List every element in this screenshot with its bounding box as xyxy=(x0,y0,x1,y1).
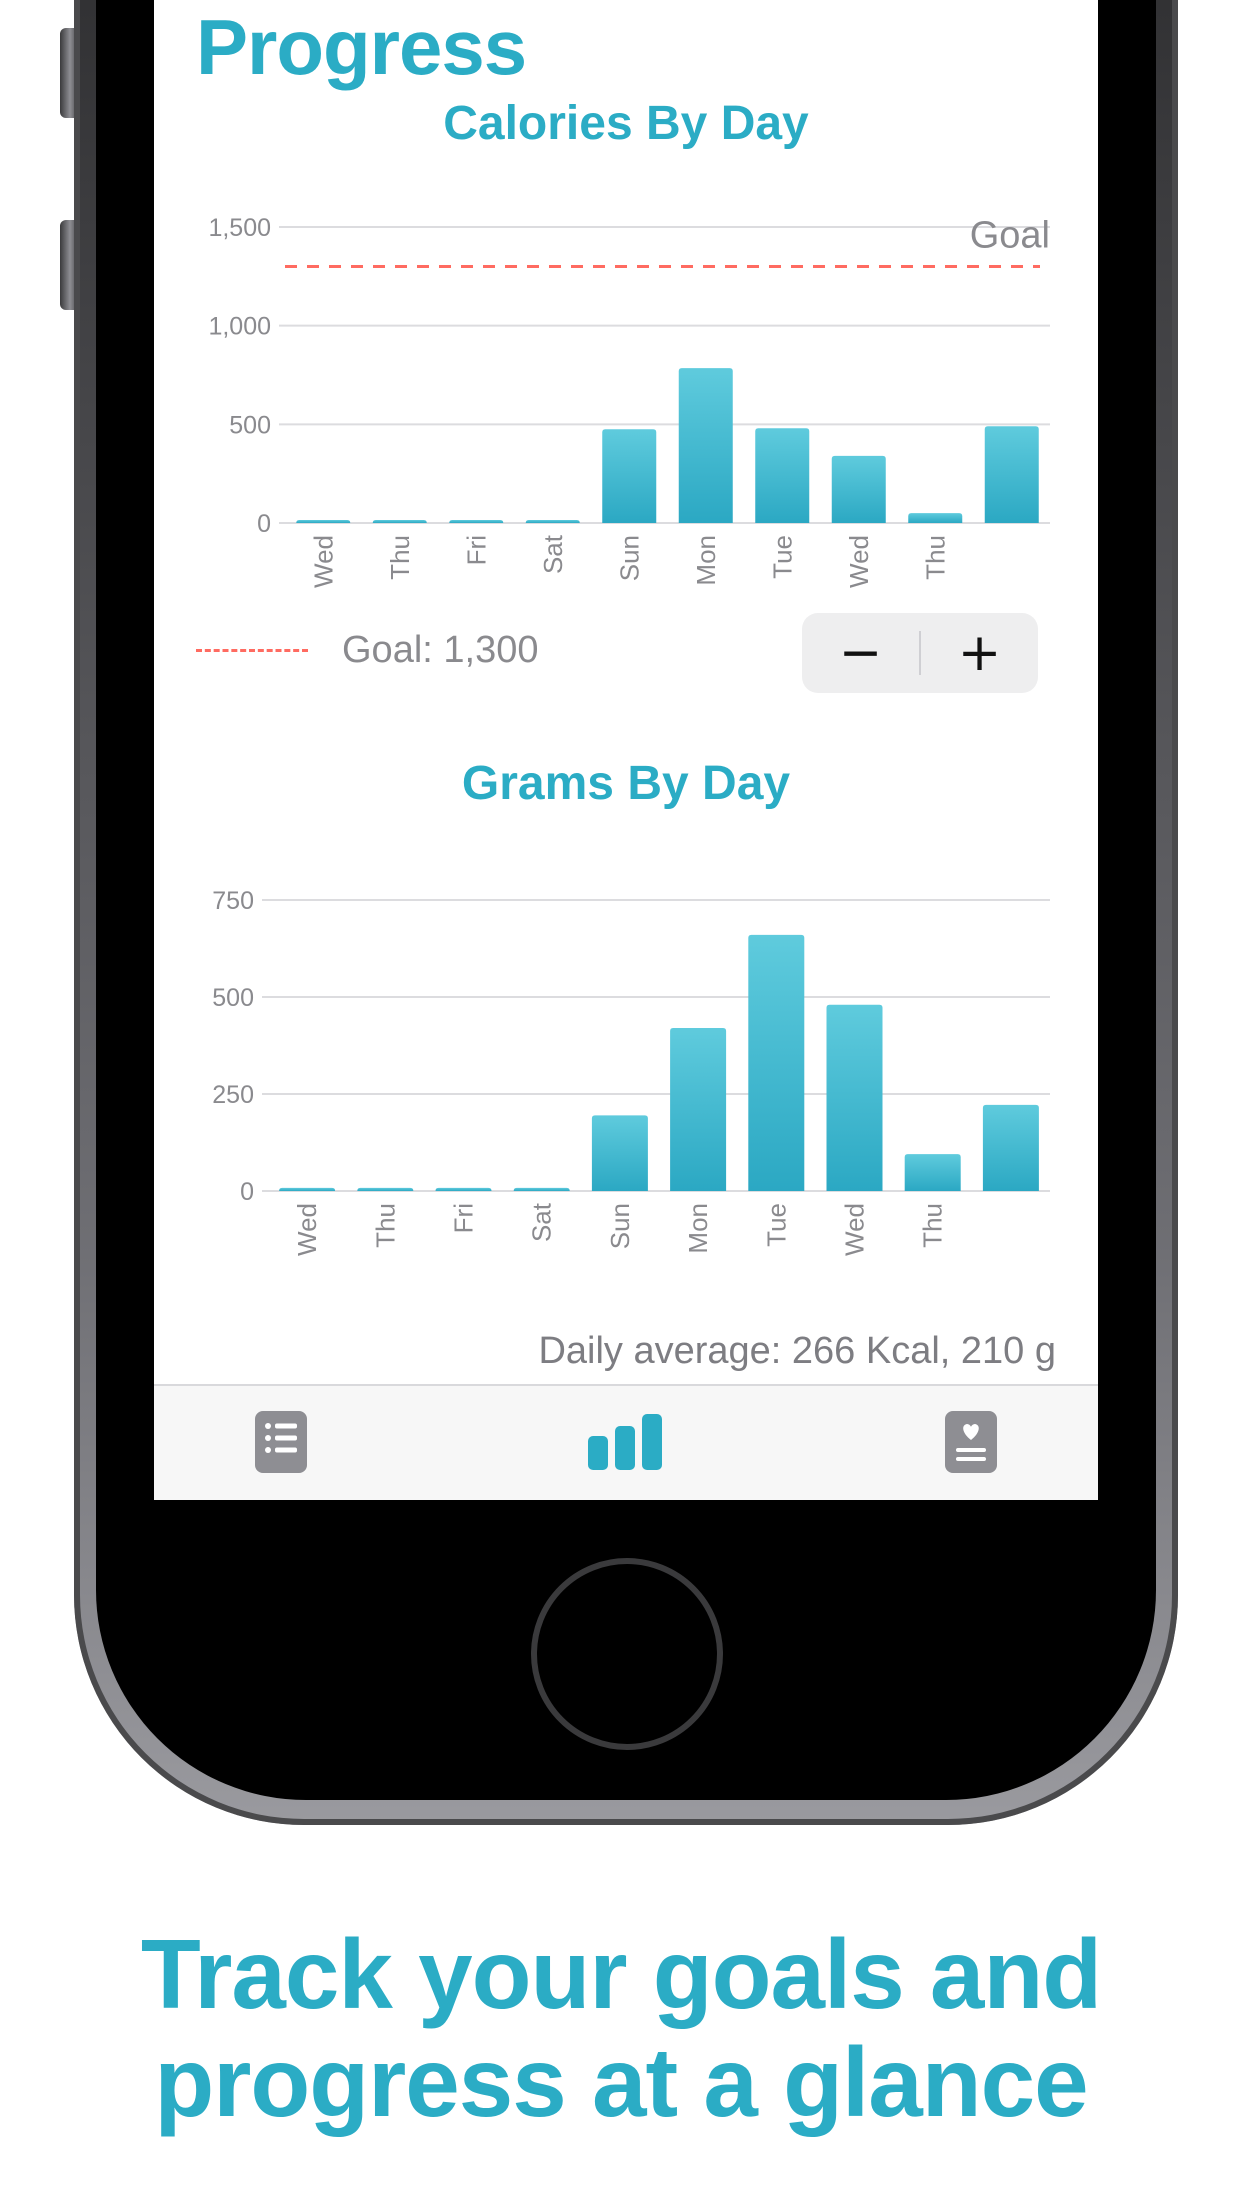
bar-chart-icon xyxy=(588,1414,662,1470)
x-tick-label: Sun xyxy=(605,1203,635,1249)
home-button[interactable] xyxy=(531,1558,723,1750)
x-tick-label: Thu xyxy=(920,535,950,580)
grams-chart-title: Grams By Day xyxy=(461,757,791,810)
x-tick-label: Mon xyxy=(691,535,721,586)
x-tick-label: Sat xyxy=(527,1202,557,1242)
y-tick-label: 500 xyxy=(229,411,271,439)
bar xyxy=(908,513,963,523)
goal-stepper[interactable]: − + xyxy=(802,613,1038,693)
x-tick-label: Mon xyxy=(683,1203,713,1254)
calories-bar-chart: 0 500 1,000 1,500 Goal Wed Thu Fri Sat Sun Mon Tue W… xyxy=(208,214,1050,588)
x-tick-label: Fri xyxy=(461,535,491,565)
x-tick-label: Tue xyxy=(761,1203,791,1247)
x-tick-label: Wed xyxy=(840,1203,870,1256)
health-card-icon xyxy=(945,1411,997,1473)
bar xyxy=(372,520,427,523)
x-tick-label: Wed xyxy=(292,1203,322,1256)
x-tick-label: Fri xyxy=(449,1203,479,1233)
bar xyxy=(602,429,657,523)
y-tick-label: 250 xyxy=(212,1081,254,1109)
y-tick-label: 1,500 xyxy=(208,214,271,242)
goal-legend: Goal: 1,300 xyxy=(196,620,538,680)
y-tick-label: 0 xyxy=(257,510,271,538)
bar xyxy=(982,1104,1039,1191)
calories-chart-title: Calories By Day xyxy=(443,97,809,150)
bar xyxy=(449,520,504,523)
y-tick-label: 0 xyxy=(240,1178,254,1206)
bar xyxy=(591,1115,648,1191)
goal-legend-dash xyxy=(196,648,308,652)
bar xyxy=(748,934,805,1191)
bar xyxy=(904,1154,961,1191)
app-screen: Progress Calories By Day 0 500 1,000 1,500 G… xyxy=(154,0,1098,1500)
x-tick-label: Tue xyxy=(767,535,797,579)
page-title: Progress xyxy=(196,3,527,91)
x-tick-label: Wed xyxy=(308,535,338,588)
x-tick-label: Sat xyxy=(538,534,568,574)
tab-progress[interactable] xyxy=(566,1402,686,1482)
bar xyxy=(435,1187,492,1191)
bar xyxy=(984,426,1039,523)
bar xyxy=(357,1187,414,1191)
tab-health[interactable] xyxy=(911,1402,1031,1482)
x-tick-label: Thu xyxy=(385,535,415,580)
goal-legend-label: Goal: 1,300 xyxy=(342,628,539,671)
x-tick-label: Thu xyxy=(918,1203,948,1248)
x-tick-label: Thu xyxy=(370,1203,400,1248)
marketing-caption: Track your goals and progress at a glanc… xyxy=(0,1920,1242,2136)
bar xyxy=(826,1004,883,1191)
marketing-caption-line-1: Track your goals and xyxy=(140,1919,1102,2029)
bar xyxy=(678,368,733,523)
list-icon xyxy=(255,1411,307,1473)
daily-average-label: Daily average: 266 Kcal, 210 g xyxy=(538,1330,1056,1372)
bar xyxy=(831,455,886,523)
bar xyxy=(279,1187,336,1191)
x-tick-label: Sun xyxy=(614,535,644,581)
x-tick-label: Wed xyxy=(844,535,874,588)
decrease-goal-button[interactable]: − xyxy=(802,613,919,693)
marketing-caption-line-2: progress at a glance xyxy=(154,2027,1088,2137)
tab-log[interactable] xyxy=(221,1402,341,1482)
grams-bar-chart: 0 250 500 750 Wed Thu Fri Sat Sun Mon Tue Wed Thu xyxy=(212,887,1050,1256)
increase-goal-button[interactable]: + xyxy=(921,613,1038,693)
bar xyxy=(525,520,580,523)
y-tick-label: 750 xyxy=(212,887,254,915)
bar xyxy=(755,428,810,523)
y-tick-label: 500 xyxy=(212,984,254,1012)
bar xyxy=(513,1187,570,1191)
tab-bar xyxy=(154,1384,1098,1500)
bar xyxy=(670,1028,727,1191)
y-tick-label: 1,000 xyxy=(208,313,271,341)
goal-annotation: Goal xyxy=(970,214,1050,256)
bar xyxy=(296,520,351,523)
